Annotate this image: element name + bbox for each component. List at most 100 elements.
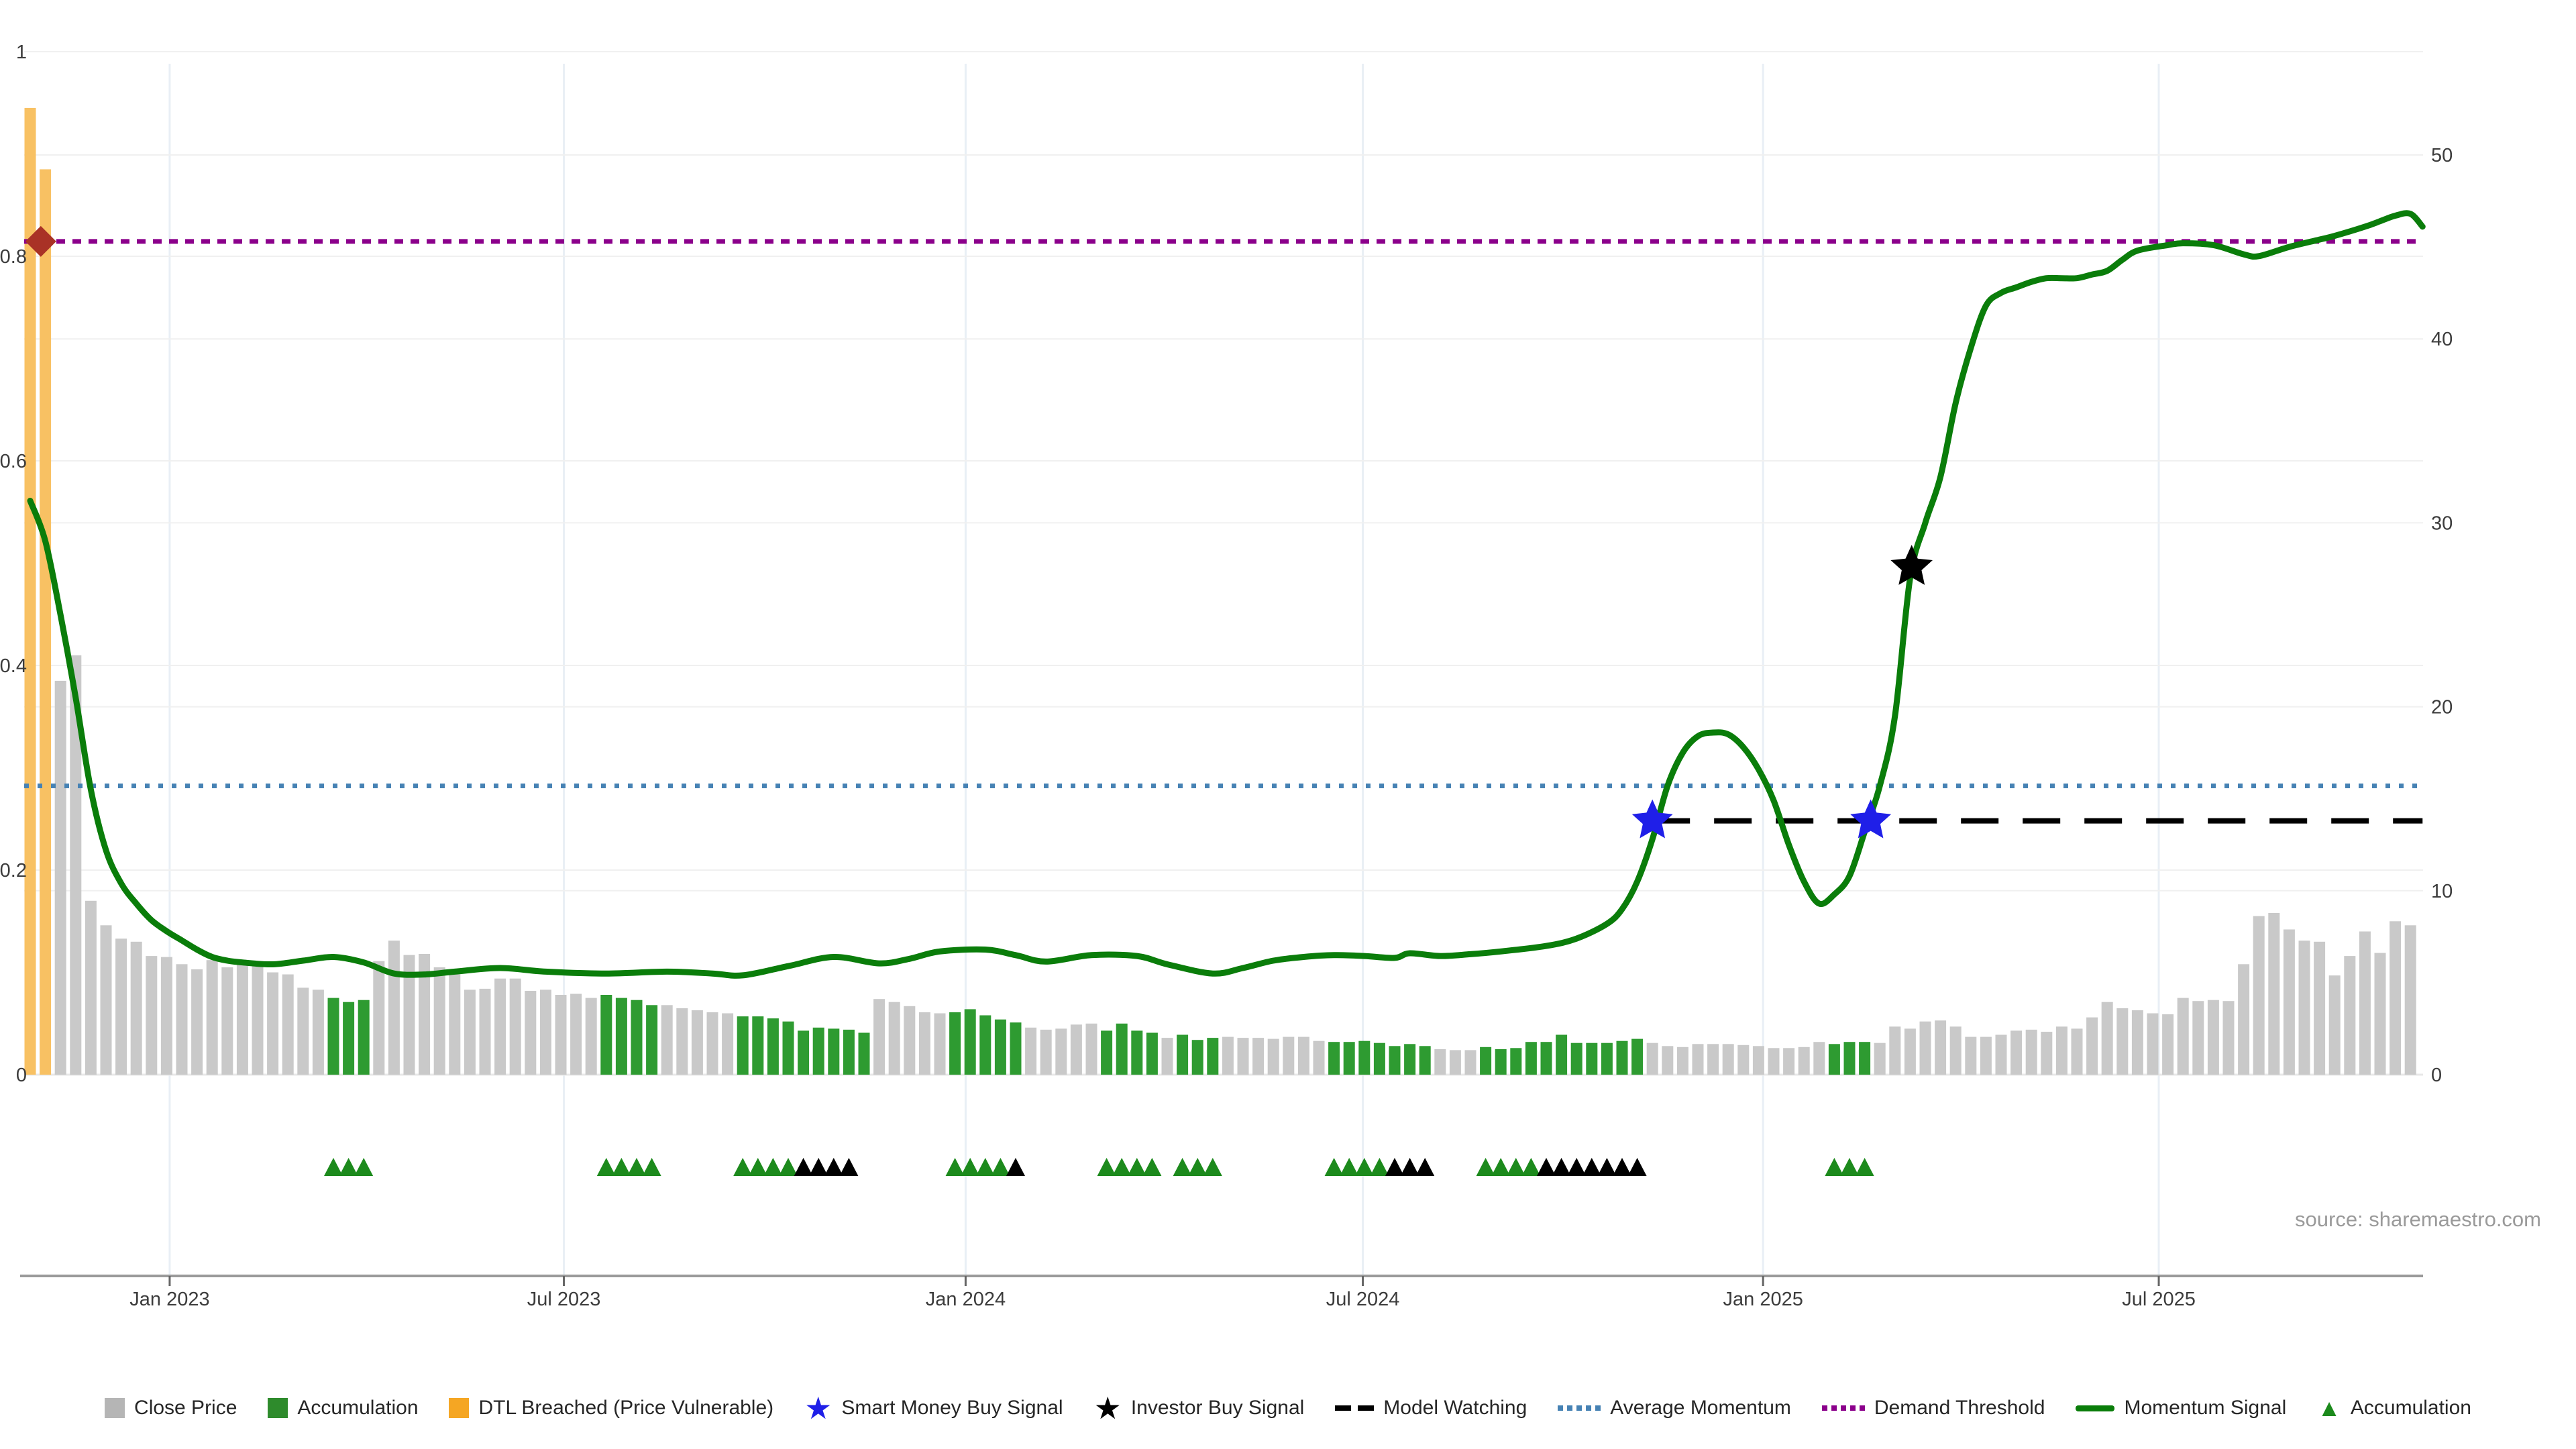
close-price-bar[interactable] — [1768, 1048, 1780, 1075]
close-price-bar[interactable] — [480, 989, 491, 1075]
investor-marker[interactable] — [794, 1158, 813, 1176]
close-price-bar[interactable] — [1162, 1038, 1173, 1075]
accumulation-marker[interactable] — [1173, 1158, 1192, 1176]
accumulation-marker[interactable] — [1112, 1158, 1131, 1176]
accumulation-marker[interactable] — [946, 1158, 965, 1176]
close-price-bar[interactable] — [1677, 1047, 1688, 1075]
accumulation-bar[interactable] — [1374, 1043, 1385, 1075]
accumulation-bar[interactable] — [1571, 1043, 1582, 1075]
accumulation-marker[interactable] — [627, 1158, 646, 1176]
smart-money-buy-signal-star[interactable] — [1850, 800, 1891, 839]
close-price-bar[interactable] — [889, 1002, 900, 1075]
accumulation-bar[interactable] — [1510, 1048, 1521, 1075]
accumulation-marker[interactable] — [1325, 1158, 1344, 1176]
close-price-bar[interactable] — [2010, 1030, 2022, 1075]
close-price-bar[interactable] — [540, 989, 551, 1075]
accumulation-marker[interactable] — [1840, 1158, 1859, 1176]
accumulation-bar[interactable] — [1146, 1033, 1158, 1075]
close-price-bar[interactable] — [1813, 1042, 1825, 1075]
close-price-bar[interactable] — [2116, 1008, 2128, 1075]
close-price-bar[interactable] — [1904, 1028, 1916, 1075]
accumulation-marker[interactable] — [991, 1158, 1010, 1176]
close-price-bar[interactable] — [2238, 964, 2249, 1075]
close-price-bar[interactable] — [101, 925, 112, 1075]
close-price-bar[interactable] — [297, 987, 309, 1075]
legend-item-average-momentum[interactable]: Average Momentum — [1558, 1397, 1791, 1419]
close-price-bar[interactable] — [191, 969, 203, 1075]
close-price-bar[interactable] — [2390, 921, 2401, 1075]
close-price-bar[interactable] — [373, 961, 384, 1075]
close-price-bar[interactable] — [1268, 1039, 1279, 1075]
close-price-bar[interactable] — [1283, 1037, 1294, 1075]
accumulation-marker[interactable] — [339, 1158, 358, 1176]
investor-marker[interactable] — [824, 1158, 843, 1176]
close-price-bar[interactable] — [1298, 1037, 1309, 1075]
close-price-bar[interactable] — [282, 975, 294, 1075]
accumulation-bar[interactable] — [631, 1000, 643, 1075]
close-price-bar[interactable] — [146, 956, 157, 1075]
close-price-bar[interactable] — [237, 962, 248, 1075]
investor-marker[interactable] — [1401, 1158, 1419, 1176]
close-price-bar[interactable] — [2041, 1032, 2052, 1075]
close-price-bar[interactable] — [1753, 1046, 1764, 1075]
accumulation-bar[interactable] — [1601, 1043, 1613, 1075]
close-price-bar[interactable] — [1980, 1037, 1992, 1075]
close-price-bar[interactable] — [722, 1014, 733, 1075]
investor-marker[interactable] — [1628, 1158, 1647, 1176]
investor-marker[interactable] — [1567, 1158, 1586, 1176]
accumulation-bar[interactable] — [328, 998, 339, 1075]
accumulation-bar[interactable] — [1358, 1041, 1370, 1075]
accumulation-marker[interactable] — [1521, 1158, 1540, 1176]
close-price-bar[interactable] — [85, 901, 97, 1075]
close-price-bar[interactable] — [1450, 1050, 1461, 1075]
close-price-bar[interactable] — [2208, 1000, 2219, 1075]
investor-marker[interactable] — [839, 1158, 858, 1176]
accumulation-marker[interactable] — [733, 1158, 752, 1176]
close-price-bar[interactable] — [2299, 941, 2310, 1075]
close-price-bar[interactable] — [1737, 1045, 1749, 1075]
accumulation-bar[interactable] — [1328, 1042, 1340, 1075]
accumulation-marker[interactable] — [1856, 1158, 1874, 1176]
close-price-bar[interactable] — [1723, 1044, 1734, 1075]
investor-marker[interactable] — [1415, 1158, 1434, 1176]
close-price-bar[interactable] — [1040, 1030, 1052, 1075]
accumulation-bar[interactable] — [1192, 1040, 1203, 1075]
close-price-bar[interactable] — [1055, 1028, 1067, 1075]
close-price-bar[interactable] — [2268, 913, 2279, 1075]
close-price-bar[interactable] — [267, 973, 278, 1075]
accumulation-marker[interactable] — [1355, 1158, 1374, 1176]
close-price-bar[interactable] — [131, 942, 142, 1075]
accumulation-marker[interactable] — [324, 1158, 343, 1176]
close-price-bar[interactable] — [2375, 953, 2386, 1075]
close-price-bar[interactable] — [2253, 916, 2265, 1075]
legend-item-demand-threshold[interactable]: Demand Threshold — [1822, 1397, 2045, 1419]
accumulation-bar[interactable] — [995, 1020, 1006, 1075]
accumulation-marker[interactable] — [1188, 1158, 1207, 1176]
close-price-bar[interactable] — [55, 681, 66, 1075]
close-price-bar[interactable] — [221, 967, 233, 1075]
close-price-bar[interactable] — [1996, 1035, 2007, 1075]
close-price-bar[interactable] — [2284, 930, 2295, 1075]
close-price-bar[interactable] — [2329, 975, 2341, 1075]
close-price-bar[interactable] — [115, 938, 127, 1075]
legend-item-smart-money-buy-signal[interactable]: ★Smart Money Buy Signal — [804, 1397, 1063, 1419]
close-price-bar[interactable] — [1889, 1026, 1900, 1075]
investor-marker[interactable] — [1552, 1158, 1571, 1176]
close-price-bar[interactable] — [1071, 1024, 1082, 1075]
close-price-bar[interactable] — [1693, 1044, 1704, 1075]
accumulation-bar[interactable] — [1131, 1030, 1142, 1075]
accumulation-bar[interactable] — [949, 1012, 961, 1075]
accumulation-bar[interactable] — [965, 1009, 976, 1075]
legend-item-accumulation[interactable]: Accumulation — [268, 1397, 418, 1419]
close-price-bar[interactable] — [2314, 942, 2325, 1075]
accumulation-bar[interactable] — [767, 1018, 779, 1075]
close-price-bar[interactable] — [661, 1005, 673, 1075]
accumulation-marker[interactable] — [749, 1158, 767, 1176]
close-price-bar[interactable] — [464, 989, 476, 1075]
close-price-bar[interactable] — [1252, 1038, 1264, 1075]
accumulation-marker[interactable] — [1142, 1158, 1161, 1176]
close-price-bar[interactable] — [494, 979, 506, 1075]
accumulation-bar[interactable] — [1207, 1038, 1218, 1075]
accumulation-marker[interactable] — [354, 1158, 373, 1176]
close-price-bar[interactable] — [934, 1014, 946, 1075]
